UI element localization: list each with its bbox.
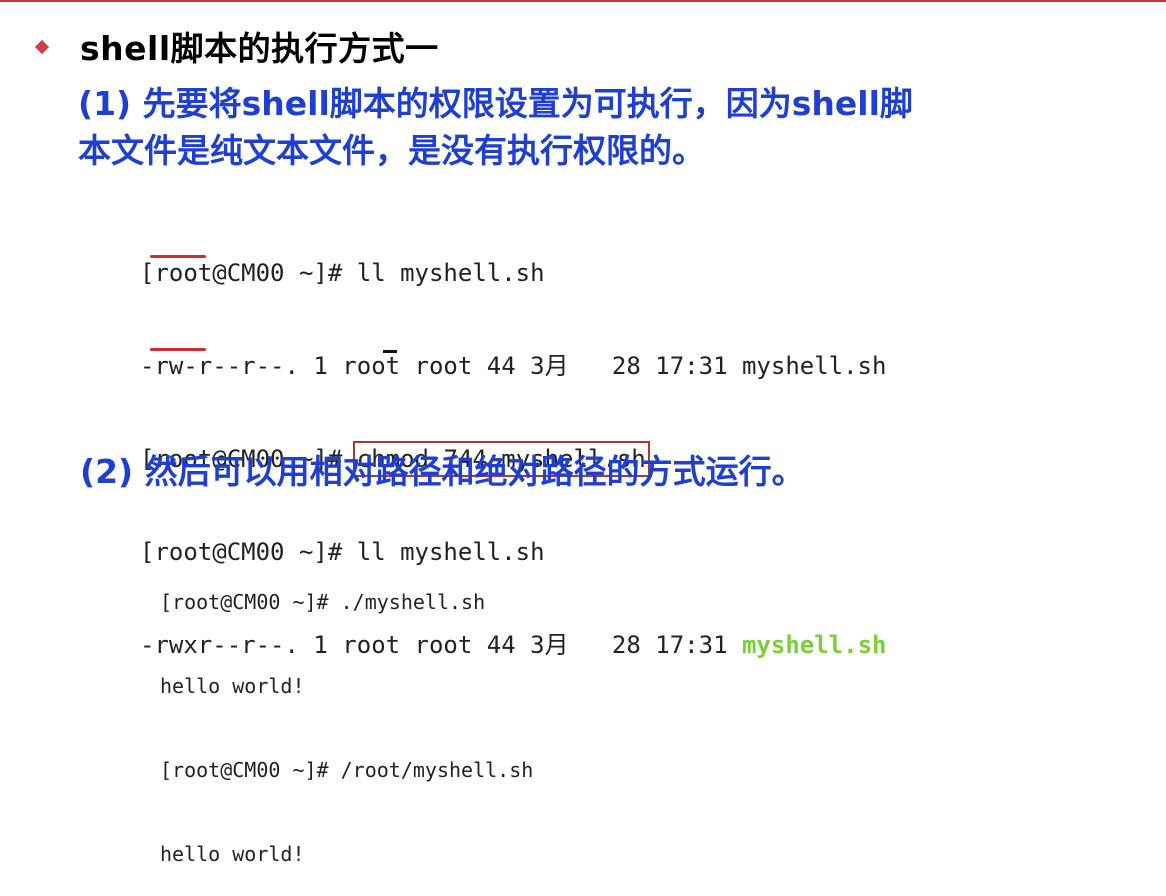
text-cursor <box>383 350 397 353</box>
diamond-bullet-icon <box>34 39 50 55</box>
slide-title: shell脚本的执行方式一 <box>80 29 439 68</box>
terminal-block-2: [root@CM00 ~]# ./myshell.sh hello world!… <box>160 532 533 896</box>
top-accent-rule <box>0 0 1166 2</box>
step-1-line-1: (1) 先要将shell脚本的权限设置为可执行，因为shell脚 <box>78 84 913 123</box>
terminal-line: hello world! <box>160 842 305 866</box>
terminal-line: [root@CM00 ~]# ./myshell.sh <box>160 590 486 614</box>
step-1-text: (1) 先要将shell脚本的权限设置为可执行，因为shell脚 本文件是纯文本… <box>78 80 913 174</box>
terminal-line: [root@CM00 ~]# /root/myshell.sh <box>160 758 534 782</box>
step-2-text: (2) 然后可以用相对路径和绝对路径的方式运行。 <box>80 452 805 491</box>
terminal-line: [root@CM00 ~]# ll myshell.sh <box>140 259 545 287</box>
permission-underline-before <box>150 255 206 258</box>
step-1-line-2: 本文件是纯文本文件，是没有执行权限的。 <box>78 131 705 170</box>
executable-filename: myshell.sh <box>741 631 887 659</box>
terminal-line: -rw-r--r--. 1 root root 44 3月 28 17:31 m… <box>140 352 887 380</box>
terminal-line: hello world! <box>160 674 305 698</box>
permission-underline-after <box>150 348 206 351</box>
